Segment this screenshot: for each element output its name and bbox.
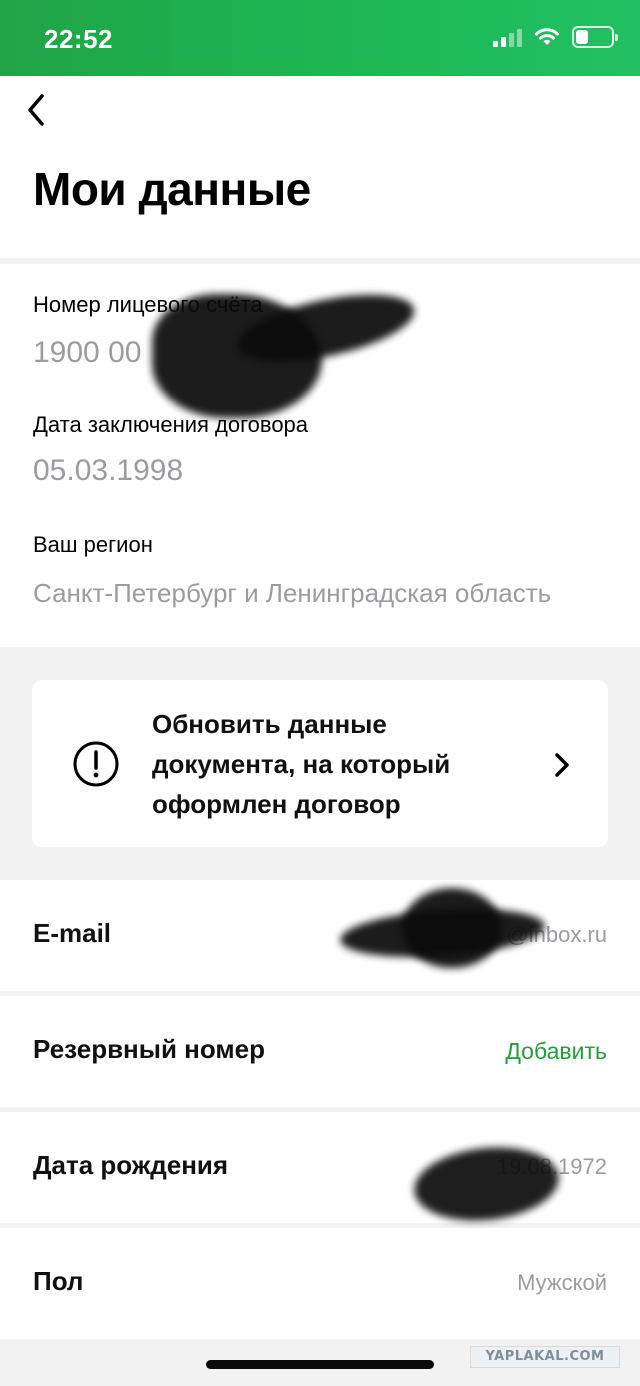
watermark: YAPLAKAL.COM <box>470 1346 620 1368</box>
region-value: Санкт-Петербург и Ленинградская область <box>33 578 552 608</box>
birth-date-label: Дата рождения <box>33 1150 229 1180</box>
redaction-mark <box>402 888 502 968</box>
email-label: E-mail <box>33 918 112 948</box>
backup-number-row[interactable]: Резервный номер Добавить <box>0 996 640 1107</box>
status-bar: 22:52 <box>0 0 640 76</box>
update-document-card[interactable]: Обновить данные документа, на который оф… <box>32 680 608 847</box>
header: Мои данные <box>0 76 640 258</box>
gender-label: Пол <box>33 1266 84 1296</box>
region-label: Ваш регион <box>33 532 153 557</box>
status-time: 22:52 <box>44 24 113 54</box>
gender-value: Мужской <box>517 1270 607 1295</box>
contract-date-value: 05.03.1998 <box>33 454 184 487</box>
contract-date-label: Дата заключения договора <box>33 412 309 437</box>
home-indicator <box>206 1360 434 1369</box>
account-number-value: 1900 00 <box>33 336 142 369</box>
alert-circle-icon <box>73 741 119 787</box>
cellular-signal-icon <box>493 27 522 47</box>
status-icons <box>493 26 618 48</box>
backup-number-label: Резервный номер <box>33 1034 265 1064</box>
chevron-right-icon <box>555 753 569 777</box>
back-chevron-icon <box>28 94 44 126</box>
gender-row[interactable]: Пол Мужской <box>0 1228 640 1339</box>
email-row[interactable]: E-mail @inbox.ru <box>0 880 640 991</box>
back-button[interactable] <box>18 90 54 130</box>
add-backup-number-link[interactable]: Добавить <box>505 1038 607 1065</box>
account-info-card: Номер лицевого счёта 1900 00 Дата заключ… <box>0 264 640 647</box>
page-title: Мои данные <box>33 163 311 215</box>
battery-icon <box>572 26 618 48</box>
update-document-text: Обновить данные документа, на который оф… <box>152 709 451 819</box>
birth-date-row[interactable]: Дата рождения 19.08.1972 <box>0 1112 640 1228</box>
wifi-icon <box>535 28 559 45</box>
